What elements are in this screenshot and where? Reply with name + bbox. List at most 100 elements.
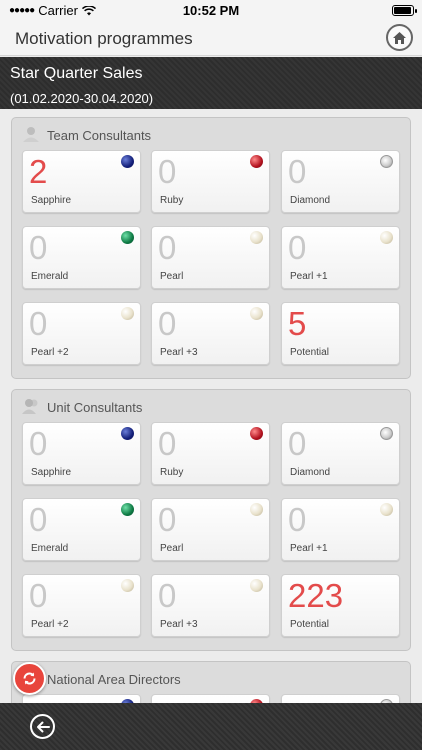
tile-pearl-plus-3[interactable]: 0 Pearl +3 (151, 302, 270, 365)
sapphire-icon (121, 427, 134, 440)
tile-label: Pearl +3 (160, 347, 198, 358)
tile-value: 0 (29, 229, 48, 266)
tile-label: Pearl +1 (290, 543, 328, 554)
tile-value: 0 (29, 577, 48, 614)
tile-potential[interactable]: 5 Potential (281, 302, 400, 365)
tile-partial[interactable] (281, 694, 400, 703)
person-icon (23, 127, 39, 142)
tile-label: Pearl +2 (31, 619, 69, 630)
tile-label: Pearl (160, 543, 184, 554)
tile-diamond[interactable]: 0 Diamond (281, 422, 400, 485)
tile-value: 0 (158, 153, 177, 190)
tile-ruby[interactable]: 0 Ruby (151, 150, 270, 213)
tile-value: 0 (158, 425, 177, 462)
tile-sapphire[interactable]: 2 Sapphire (22, 150, 141, 213)
tile-label: Pearl +3 (160, 619, 198, 630)
status-bar: ●●●●● Carrier 10:52 PM (0, 0, 422, 20)
tile-potential[interactable]: 223 Potential (281, 574, 400, 637)
tile-pearl[interactable]: 0 Pearl (151, 226, 270, 289)
back-arrow-icon (36, 721, 50, 732)
emerald-icon (121, 231, 134, 244)
back-button[interactable] (30, 714, 55, 739)
tile-pearl-plus-1[interactable]: 0 Pearl +1 (281, 498, 400, 561)
tile-value: 0 (158, 229, 177, 266)
tile-pearl-plus-2[interactable]: 0 Pearl +2 (22, 574, 141, 637)
tile-pearl-plus-1[interactable]: 0 Pearl +1 (281, 226, 400, 289)
tile-emerald[interactable]: 0 Emerald (22, 498, 141, 561)
tile-partial[interactable] (22, 694, 141, 703)
pearl-icon (380, 231, 393, 244)
group-header: Unit Consultants (12, 390, 410, 420)
group-label: Unit Consultants (47, 400, 143, 415)
diamond-icon (380, 155, 393, 168)
ruby-icon (250, 155, 263, 168)
refresh-button[interactable] (13, 662, 46, 695)
group-label: National Area Directors (47, 672, 181, 687)
tile-pearl-plus-2[interactable]: 0 Pearl +2 (22, 302, 141, 365)
tile-label: Ruby (160, 467, 184, 478)
refresh-icon (23, 672, 36, 685)
home-icon (393, 31, 406, 44)
people-icon (22, 399, 38, 414)
status-time: 10:52 PM (182, 3, 240, 18)
group-label: Team Consultants (47, 128, 152, 143)
pearl-icon (121, 579, 134, 592)
pearl-icon (250, 307, 263, 320)
bottom-toolbar (0, 703, 422, 750)
tile-value: 0 (288, 229, 307, 266)
tile-label: Pearl (160, 271, 184, 282)
tile-label: Pearl +1 (290, 271, 328, 282)
ruby-icon (250, 427, 263, 440)
tile-value: 0 (158, 501, 177, 538)
home-button[interactable] (386, 24, 413, 51)
group-header: Team Consultants (12, 118, 410, 148)
tile-value: 2 (29, 153, 48, 190)
tile-ruby[interactable]: 0 Ruby (151, 422, 270, 485)
page-title: Motivation programmes (15, 29, 193, 48)
tile-value: 5 (288, 305, 307, 342)
battery-icon (392, 5, 417, 16)
pearl-icon (380, 503, 393, 516)
tile-label: Pearl +2 (31, 347, 69, 358)
pearl-icon (121, 307, 134, 320)
tile-label: Emerald (31, 271, 69, 282)
tile-pearl-plus-3[interactable]: 0 Pearl +3 (151, 574, 270, 637)
tile-value: 0 (29, 501, 48, 538)
tile-value: 0 (158, 577, 177, 614)
pearl-icon (250, 579, 263, 592)
tile-value: 0 (29, 425, 48, 462)
emerald-icon (121, 503, 134, 516)
tile-emerald[interactable]: 0 Emerald (22, 226, 141, 289)
tile-label: Potential (290, 347, 329, 358)
tile-label: Sapphire (31, 195, 72, 206)
tile-label: Potential (290, 619, 329, 630)
diamond-icon (380, 427, 393, 440)
group-header: National Area Directors (12, 662, 410, 692)
tile-value: 0 (288, 153, 307, 190)
tile-label: Sapphire (31, 467, 72, 478)
pearl-icon (250, 231, 263, 244)
sapphire-icon (121, 155, 134, 168)
tile-diamond[interactable]: 0 Diamond (281, 150, 400, 213)
tile-value: 0 (29, 305, 48, 342)
tile-pearl[interactable]: 0 Pearl (151, 498, 270, 561)
tile-label: Diamond (290, 467, 331, 478)
tile-value: 0 (288, 501, 307, 538)
programme-period: (01.02.2020-30.04.2020) (10, 91, 154, 106)
tile-label: Emerald (31, 543, 69, 554)
programme-name: Star Quarter Sales (10, 65, 143, 82)
tile-value: 223 (288, 577, 344, 614)
tile-value: 0 (158, 305, 177, 342)
tile-label: Diamond (290, 195, 331, 206)
pearl-icon (250, 503, 263, 516)
programme-header: Star Quarter Sales (01.02.2020-30.04.202… (0, 57, 422, 109)
tile-partial[interactable] (151, 694, 270, 703)
tile-value: 0 (288, 425, 307, 462)
group-national-area-directors: National Area Directors (11, 661, 411, 703)
tile-sapphire[interactable]: 0 Sapphire (22, 422, 141, 485)
tile-label: Ruby (160, 195, 184, 206)
group-unit-consultants: Unit Consultants 0 Sapphire 0 Ruby 0 Dia… (11, 389, 411, 651)
group-team-consultants: Team Consultants 2 Sapphire 0 Ruby 0 Dia… (11, 117, 411, 379)
content-scroll[interactable]: Team Consultants 2 Sapphire 0 Ruby 0 Dia… (0, 109, 422, 703)
nav-bar: Motivation programmes (0, 20, 422, 56)
